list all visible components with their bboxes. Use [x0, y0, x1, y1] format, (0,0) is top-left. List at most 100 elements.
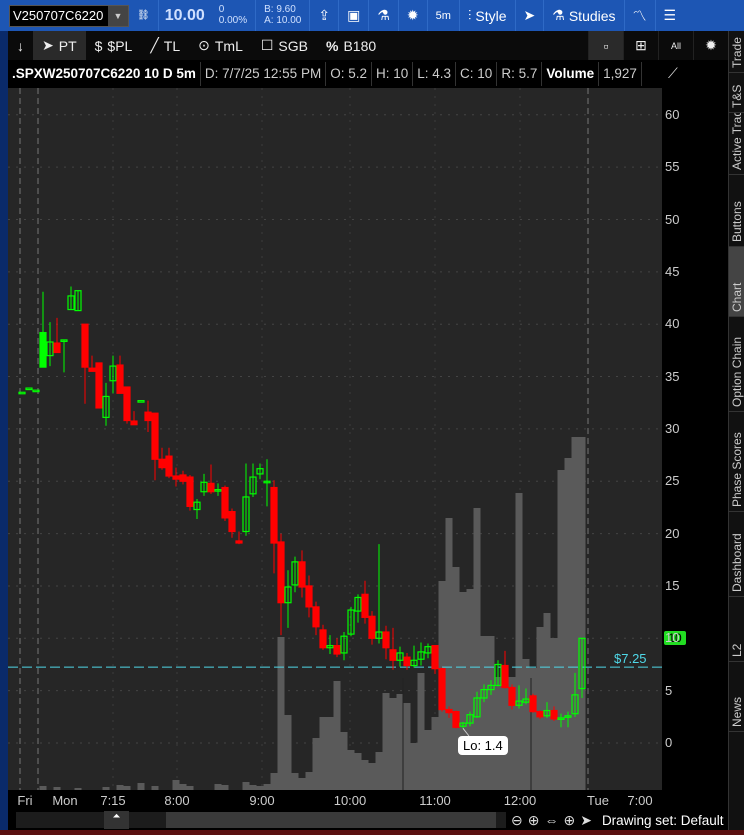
price-axis-label: 40 — [665, 316, 680, 332]
drawing-set-selector[interactable]: Drawing set: Default — [602, 813, 724, 828]
tool-label: SGB — [278, 37, 308, 54]
volume-bar — [424, 730, 432, 790]
right-tab-label: Buttons — [730, 201, 744, 242]
time-axis-label: 7:00 — [627, 793, 653, 808]
pin-icon[interactable]: ↓ — [8, 31, 33, 60]
menu-icon[interactable]: ☰ — [656, 0, 685, 31]
volume-bar — [326, 717, 334, 790]
time-axis-label: 8:00 — [164, 793, 190, 808]
candle-body — [235, 540, 243, 544]
right-tab-l2[interactable]: L2 — [729, 597, 744, 662]
price-line-label: $7.25 — [614, 651, 647, 666]
crosshair-icon[interactable]: ⊕ — [563, 812, 575, 829]
volume-bar — [571, 437, 579, 790]
symbol-input[interactable]: V250707C6220 ▼ — [9, 4, 129, 27]
tool-tl[interactable]: ╱ TL — [141, 31, 189, 60]
candle-body — [53, 342, 61, 354]
volume-bar — [291, 773, 299, 790]
volume-bar — [382, 693, 390, 790]
right-tab-label: Chart — [730, 282, 744, 312]
desktop-background — [0, 830, 744, 835]
candle-body — [270, 486, 278, 544]
chart-scrollbar[interactable]: ⏶ — [16, 811, 506, 829]
single-layout-icon[interactable]: ▫ — [588, 31, 623, 60]
tool-pl[interactable]: $ $PL — [86, 31, 142, 60]
drawings-icon[interactable]: 〽 — [625, 0, 656, 31]
low-bubble: Lo: 1.4 — [458, 736, 508, 755]
square-icon: ☐ — [260, 37, 274, 53]
price-axis-label: 0 — [665, 735, 673, 750]
right-tab-chart[interactable]: Chart — [729, 247, 744, 317]
time-axis-label: 10:00 — [333, 793, 367, 808]
scroll-thumb[interactable] — [166, 812, 496, 828]
candle-body — [312, 606, 320, 628]
right-tab-active-trader[interactable]: Active Trader — [729, 113, 744, 175]
all-button[interactable]: All — [658, 31, 693, 60]
flask-icon[interactable]: ⚗ — [369, 0, 399, 31]
zoom-out-icon[interactable]: ⊖ — [511, 812, 523, 829]
tool-sgb[interactable]: ☐ SGB — [252, 31, 317, 60]
all-label: All — [670, 40, 681, 51]
candle-icon: ⫶ — [467, 7, 472, 23]
autoscale-icon[interactable]: ⟋ — [668, 65, 678, 82]
aggregation-button[interactable]: 5m — [428, 0, 460, 31]
info-low: L: 4.3 — [413, 62, 457, 86]
grid-layout-icon[interactable]: ⊞ — [623, 31, 658, 60]
right-tab-label: News — [730, 696, 744, 727]
right-tab-label: Option Chain — [730, 336, 744, 407]
candle-body — [501, 664, 509, 689]
volume-bar — [340, 732, 348, 790]
tool-b180[interactable]: % B180 — [317, 31, 385, 60]
studies-button[interactable]: ⚗ Studies — [544, 0, 625, 31]
zoom-in-icon[interactable]: ⊕ — [528, 812, 540, 829]
info-open: O: 5.2 — [326, 62, 372, 86]
tool-pt[interactable]: ➤ PT — [33, 31, 86, 60]
right-tab-t-s[interactable]: T&S — [729, 73, 744, 113]
cursor-menu-button[interactable]: ➤ — [516, 0, 545, 31]
price-axis-label: 60 — [665, 106, 680, 122]
volume-bar — [270, 773, 278, 790]
bottom-bar: ⏶ ⊖ ⊕ ⇔ ⊕ ➤ Drawing set: Default — [8, 810, 728, 830]
bid-ask-block: B: 9.60 A: 10.00 — [256, 0, 311, 31]
tool-label: TL — [163, 37, 181, 54]
time-axis[interactable]: Fri Mon 7:15 8:00 9:00 10:00 11:00 12:00 Tue 7:00 — [8, 790, 662, 810]
candle-body — [277, 541, 285, 604]
time-axis-label: 11:00 — [419, 793, 451, 808]
price-axis[interactable]: ⟋ 10 60 55 50 45 40 35 30 25 20 15 10 5 0 — [662, 62, 728, 810]
volume-bar — [396, 694, 404, 790]
aggregation-label: 5m — [435, 9, 451, 22]
pct-change: 0.00% — [218, 15, 248, 26]
pan-icon[interactable]: ⇔ — [544, 812, 558, 828]
volume-bar — [417, 673, 425, 790]
candle-body — [333, 645, 341, 655]
home-button[interactable]: ⏶ — [104, 811, 129, 829]
right-tab-news[interactable]: News — [729, 662, 744, 732]
candle-body — [508, 686, 516, 706]
volume-bar — [389, 698, 397, 790]
volume-bar — [501, 677, 509, 790]
price-chart[interactable] — [8, 88, 662, 790]
style-button[interactable]: ⫶ Style — [460, 0, 516, 31]
right-tab-buttons[interactable]: Buttons — [729, 175, 744, 247]
tool-tml[interactable]: ⊙ TmL — [189, 31, 252, 60]
pointer-icon[interactable]: ➤ — [580, 812, 592, 829]
candle-body — [144, 411, 152, 422]
chevron-down-icon[interactable]: ▼ — [108, 5, 128, 26]
alert-icon[interactable]: ▣ — [339, 0, 370, 31]
top-toolbar: V250707C6220 ▼ ⛓ 10.00 0 0.00% B: 9.60 A: 1… — [0, 0, 744, 31]
share-icon[interactable]: ⇪ — [310, 0, 340, 31]
right-tab-dashboard[interactable]: Dashboard — [729, 512, 744, 597]
info-symbol: .SPXW250707C6220 10 D 5m — [8, 62, 201, 86]
settings-gear-icon[interactable]: ✹ — [693, 31, 728, 60]
tool-label: PT — [58, 37, 77, 54]
candle-body — [151, 412, 159, 460]
price-axis-label: 10 — [665, 630, 680, 646]
right-tab-option-chain[interactable]: Option Chain — [729, 317, 744, 412]
right-tab-trade[interactable]: Trade — [729, 31, 744, 73]
right-tab-phase-scores[interactable]: Phase Scores — [729, 412, 744, 512]
link-icon[interactable]: ⛓ — [129, 0, 159, 31]
gear-icon[interactable]: ✹ — [399, 0, 428, 31]
timeline-icon: ⊙ — [198, 37, 210, 53]
candle-body — [39, 331, 47, 368]
volume-bar — [319, 717, 327, 790]
